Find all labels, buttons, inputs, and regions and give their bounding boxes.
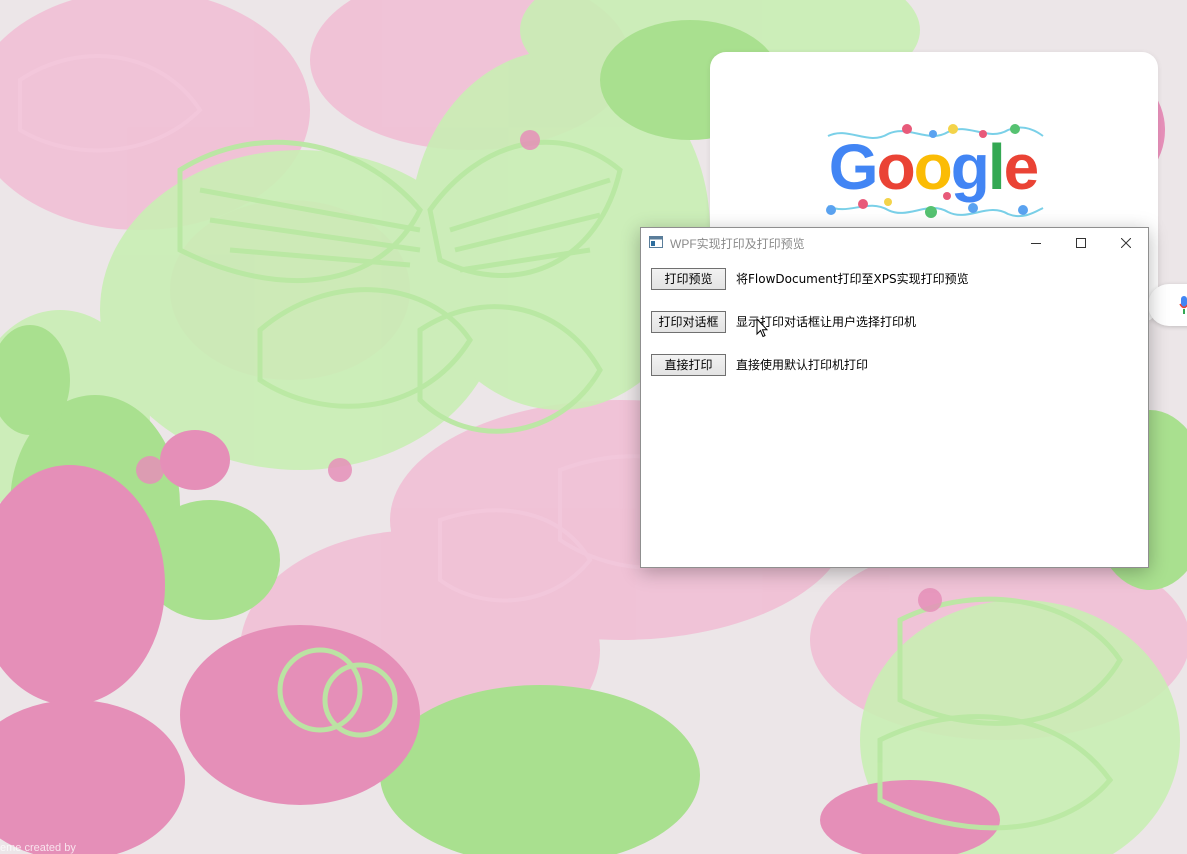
- close-button[interactable]: [1103, 228, 1149, 257]
- window-title: WPF实现打印及打印预览: [670, 237, 805, 251]
- svg-text:Google: Google: [829, 131, 1038, 203]
- direct-print-description: 直接使用默认打印机打印: [736, 358, 869, 372]
- google-doodle-logo[interactable]: Google: [823, 124, 1048, 224]
- mouse-cursor-icon: [756, 318, 768, 338]
- maximize-icon: [1076, 237, 1086, 248]
- direct-print-button[interactable]: 直接打印: [651, 354, 726, 376]
- print-dialog-button[interactable]: 打印对话框: [651, 311, 726, 333]
- wallpaper-watermark: eme created by: [0, 842, 76, 854]
- maximize-button[interactable]: [1058, 228, 1104, 257]
- desktop: Google WPF实现打印及打印预览 打印预览 将FlowDocument打印…: [0, 0, 1187, 854]
- minimize-button[interactable]: [1013, 228, 1059, 257]
- print-preview-button[interactable]: 打印预览: [651, 268, 726, 290]
- wpf-print-window: WPF实现打印及打印预览 打印预览 将FlowDocument打印至XPS实现打…: [640, 227, 1149, 568]
- print-preview-description: 将FlowDocument打印至XPS实现打印预览: [736, 272, 969, 286]
- title-bar[interactable]: WPF实现打印及打印预览: [641, 228, 1148, 257]
- microphone-icon[interactable]: [1179, 296, 1187, 314]
- minimize-icon: [1031, 242, 1041, 244]
- close-icon: [1121, 237, 1131, 248]
- app-window-icon: [649, 236, 663, 248]
